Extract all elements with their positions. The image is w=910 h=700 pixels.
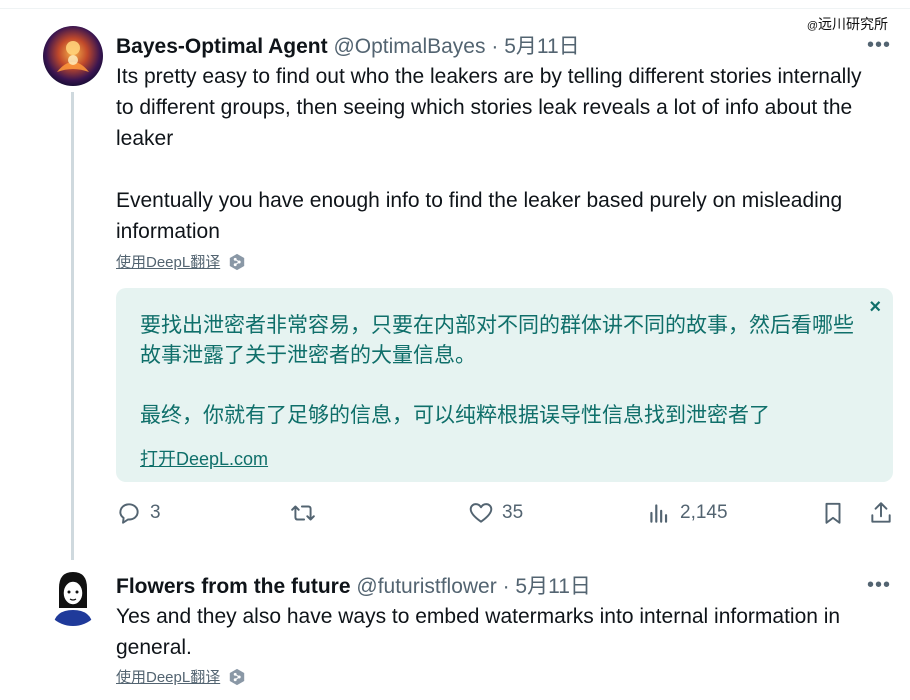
like-button[interactable]: 35 [468, 500, 523, 526]
avatar[interactable] [43, 566, 103, 626]
view-count: 2,145 [680, 502, 728, 523]
translation-panel: × 要找出泄密者非常容易，只要在内部对不同的群体讲不同的故事，然后看哪些故事泄露… [116, 288, 893, 482]
translation-paragraph: 要找出泄密者非常容易，只要在内部对不同的群体讲不同的故事，然后看哪些故事泄露了关… [140, 314, 854, 367]
retweet-button[interactable] [290, 500, 324, 526]
share-button[interactable] [868, 500, 894, 526]
top-divider [0, 0, 910, 9]
separator: · [491, 35, 499, 58]
bookmark-icon [825, 502, 841, 524]
open-deepl-link[interactable]: 打开DeepL.com [140, 445, 268, 471]
handle[interactable]: @OptimalBayes [333, 35, 485, 58]
reply-count: 3 [150, 502, 161, 523]
tweet-text: Yes and they also have ways to embed wat… [116, 601, 876, 663]
translate-link[interactable]: 使用DeepL翻译 [116, 666, 246, 687]
watermark: @远川研究所 [806, 16, 888, 32]
retweet-icon [291, 505, 315, 521]
close-icon[interactable]: × [869, 296, 881, 319]
tweet-paragraph: Its pretty easy to find out who the leak… [116, 65, 862, 150]
translate-label: 使用DeepL翻译 [116, 669, 221, 686]
reply-button[interactable]: 3 [116, 500, 161, 526]
avatar[interactable] [43, 26, 103, 86]
separator: · [502, 575, 510, 598]
analytics-icon [650, 504, 668, 523]
translation-text: 要找出泄密者非常容易，只要在内部对不同的群体讲不同的故事，然后看哪些故事泄露了关… [140, 311, 870, 431]
timestamp[interactable]: 5月11日 [504, 35, 579, 58]
bookmark-button[interactable] [820, 500, 846, 526]
more-options-icon[interactable]: ••• [867, 34, 891, 57]
timestamp[interactable]: 5月11日 [515, 575, 590, 598]
tweet-text: Its pretty easy to find out who the leak… [116, 61, 876, 247]
views-button[interactable]: 2,145 [646, 500, 728, 526]
like-count: 35 [502, 502, 524, 523]
display-name[interactable]: Flowers from the future [116, 575, 351, 598]
translation-paragraph: 最终，你就有了足够的信息，可以纯粹根据误导性信息找到泄密者了 [140, 404, 770, 427]
translate-link[interactable]: 使用DeepL翻译 [116, 251, 246, 272]
tweet-paragraph: Yes and they also have ways to embed wat… [116, 605, 841, 659]
deepl-icon [230, 253, 245, 270]
translate-label: 使用DeepL翻译 [116, 254, 221, 271]
display-name[interactable]: Bayes-Optimal Agent [116, 35, 328, 58]
share-icon [871, 502, 891, 523]
more-options-icon[interactable]: ••• [867, 574, 891, 597]
tweet-header: Bayes-Optimal Agent @OptimalBayes · 5月11… [116, 30, 580, 60]
handle[interactable]: @futuristflower [356, 575, 496, 598]
reply-icon [119, 503, 139, 524]
tweet-paragraph: Eventually you have enough info to find … [116, 189, 843, 243]
deepl-icon [230, 668, 245, 685]
tweet-actions: 3 35 2,145 [116, 500, 896, 534]
thread-connector [71, 92, 74, 560]
tweet-header: Flowers from the future @futuristflower … [116, 570, 591, 600]
heart-icon [469, 503, 493, 523]
